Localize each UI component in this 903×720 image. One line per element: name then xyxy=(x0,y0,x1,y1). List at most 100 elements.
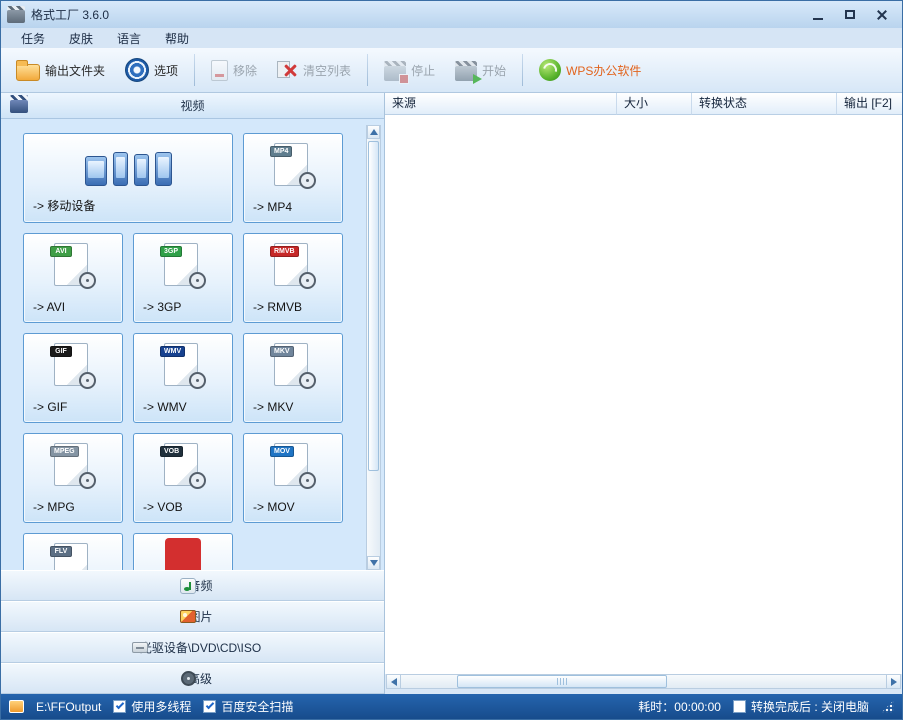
video-section-icon xyxy=(10,100,28,113)
arrow-up-icon xyxy=(370,129,378,135)
target-wmv[interactable]: WMV -> WMV xyxy=(133,333,233,423)
target-mov[interactable]: MOV -> MOV xyxy=(243,433,343,523)
toolbar-separator xyxy=(194,54,195,86)
wps-office-button[interactable]: WPS办公软件 xyxy=(530,51,650,89)
menu-language[interactable]: 语言 xyxy=(105,28,153,49)
picture-section-icon xyxy=(180,610,196,623)
avi-file-icon: AVI xyxy=(50,242,96,290)
window-title: 格式工厂 3.6.0 xyxy=(31,6,109,23)
section-picture[interactable]: 图片 xyxy=(1,601,384,632)
toolbar-separator xyxy=(367,54,368,86)
audio-section-icon xyxy=(180,578,196,594)
target-avi[interactable]: AVI -> AVI xyxy=(23,233,123,323)
target-rmvb[interactable]: RMVB -> RMVB xyxy=(243,233,343,323)
target-label: -> WMV xyxy=(143,400,187,414)
film-reel-icon xyxy=(189,372,206,389)
format-badge: GIF xyxy=(50,346,72,357)
start-button[interactable]: 开始 xyxy=(446,51,515,89)
target-mobile-device[interactable]: -> 移动设备 xyxy=(23,133,233,223)
mkv-file-icon: MKV xyxy=(270,342,316,390)
scroll-up-button[interactable] xyxy=(367,125,380,139)
gif-file-icon: GIF xyxy=(50,342,96,390)
target-gif[interactable]: GIF -> GIF xyxy=(23,333,123,423)
vob-file-icon: VOB xyxy=(160,442,206,490)
column-status[interactable]: 转换状态 xyxy=(692,93,837,115)
column-size[interactable]: 大小 xyxy=(617,93,692,115)
film-reel-icon xyxy=(79,372,96,389)
statusbar: E:\FFOutput 使用多线程 百度安全扫描 耗时：00:00:00 转换完… xyxy=(1,694,902,719)
target-label: -> RMVB xyxy=(253,300,302,314)
maximize-button[interactable] xyxy=(836,5,864,25)
mpg-file-icon: MPEG xyxy=(50,442,96,490)
output-folder-button[interactable]: 输出文件夹 xyxy=(7,51,114,89)
target-mp4[interactable]: MP4 -> MP4 xyxy=(243,133,343,223)
target-label: -> GIF xyxy=(33,400,67,414)
checkbox-checked-icon xyxy=(113,700,126,713)
start-icon xyxy=(455,66,477,81)
maximize-icon xyxy=(845,10,855,19)
film-reel-icon xyxy=(79,472,96,489)
toolbar-separator xyxy=(522,54,523,86)
remove-button[interactable]: 移除 xyxy=(202,51,266,89)
horizontal-scrollbar[interactable] xyxy=(386,674,901,689)
minimize-button[interactable] xyxy=(804,5,832,25)
multithread-checkbox[interactable]: 使用多线程 xyxy=(113,698,191,715)
menu-skin[interactable]: 皮肤 xyxy=(57,28,105,49)
section-rom-device[interactable]: 光驱设备\DVD\CD\ISO xyxy=(1,632,384,663)
app-window: 格式工厂 3.6.0 任务 皮肤 语言 帮助 输出文件夹 选项 移除 清空列表 xyxy=(0,0,903,720)
close-button[interactable] xyxy=(868,5,896,25)
main-area: 视频 -> 移动设备 MP4 -> MP4 xyxy=(1,93,902,694)
flash-icon xyxy=(165,538,201,570)
clear-list-button[interactable]: 清空列表 xyxy=(268,51,360,89)
options-button[interactable]: 选项 xyxy=(116,51,187,89)
shutdown-label: 转换完成后 : 关闭电脑 xyxy=(751,698,869,715)
format-badge: MP4 xyxy=(270,146,292,157)
task-table-header: 来源 大小 转换状态 输出 [F2] xyxy=(385,93,902,115)
section-audio[interactable]: 音频 xyxy=(1,570,384,601)
output-folder-status-icon[interactable] xyxy=(9,700,24,713)
resize-grip[interactable] xyxy=(881,700,894,713)
arrow-left-icon xyxy=(391,678,397,686)
film-reel-icon xyxy=(299,272,316,289)
target-mpg[interactable]: MPEG -> MPG xyxy=(23,433,123,523)
stop-button[interactable]: 停止 xyxy=(375,51,444,89)
output-folder-icon xyxy=(16,64,40,81)
flv-file-icon: FLV xyxy=(50,542,96,570)
toolbar: 输出文件夹 选项 移除 清空列表 停止 开始 WPS办公软件 xyxy=(1,48,902,93)
horizontal-scroll-thumb[interactable] xyxy=(457,675,667,688)
section-video-header[interactable]: 视频 xyxy=(1,93,384,119)
scroll-right-button[interactable] xyxy=(886,674,901,689)
target-swf[interactable] xyxy=(133,533,233,570)
menu-help[interactable]: 帮助 xyxy=(153,28,201,49)
output-path[interactable]: E:\FFOutput xyxy=(36,700,101,714)
section-advanced[interactable]: 高级 xyxy=(1,663,384,694)
format-badge: MOV xyxy=(270,446,294,457)
target-vob[interactable]: VOB -> VOB xyxy=(133,433,233,523)
output-folder-label: 输出文件夹 xyxy=(45,62,105,79)
thumb-grip-icon xyxy=(557,678,568,685)
vertical-scroll-thumb[interactable] xyxy=(368,141,379,471)
vertical-scrollbar[interactable] xyxy=(366,125,381,570)
target-mkv[interactable]: MKV -> MKV xyxy=(243,333,343,423)
security-scan-label: 百度安全扫描 xyxy=(221,698,293,715)
scroll-left-button[interactable] xyxy=(386,674,401,689)
target-3gp[interactable]: 3GP -> 3GP xyxy=(133,233,233,323)
target-flv[interactable]: FLV xyxy=(23,533,123,570)
advanced-section-icon xyxy=(181,671,196,686)
scroll-down-button[interactable] xyxy=(367,556,380,570)
menu-tasks[interactable]: 任务 xyxy=(9,28,57,49)
target-label: -> MPG xyxy=(33,500,75,514)
column-source[interactable]: 来源 xyxy=(385,93,617,115)
arrow-down-icon xyxy=(370,560,378,566)
security-scan-checkbox[interactable]: 百度安全扫描 xyxy=(203,698,293,715)
shutdown-checkbox[interactable]: 转换完成后 : 关闭电脑 xyxy=(733,698,869,715)
wps-icon xyxy=(539,59,561,81)
film-reel-icon xyxy=(189,472,206,489)
target-label: -> 3GP xyxy=(143,300,181,314)
column-output[interactable]: 输出 [F2] xyxy=(837,93,902,115)
category-panel: 视频 -> 移动设备 MP4 -> MP4 xyxy=(1,93,385,694)
task-list[interactable] xyxy=(385,115,902,674)
video-section-label: 视频 xyxy=(180,97,204,114)
disc-drive-icon xyxy=(132,642,148,653)
rmvb-file-icon: RMVB xyxy=(270,242,316,290)
